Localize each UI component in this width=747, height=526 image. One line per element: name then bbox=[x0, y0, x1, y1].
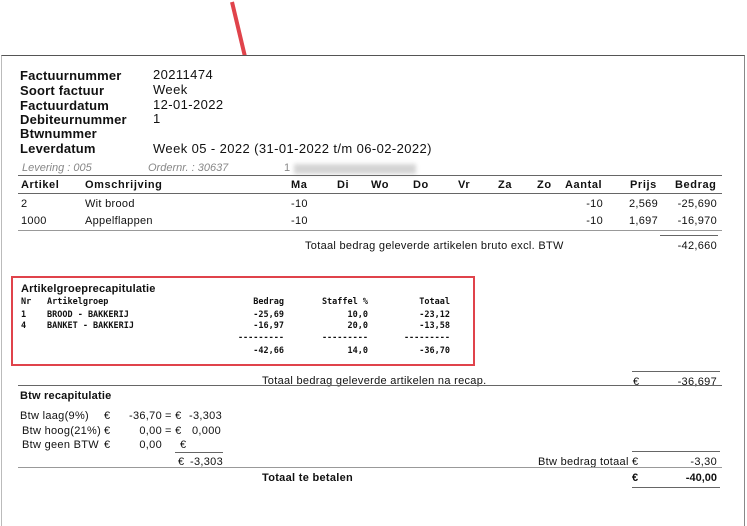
btw-label: Btw geen BTW bbox=[22, 439, 99, 451]
field-label-leverdatum: Leverdatum bbox=[20, 141, 96, 156]
field-label-factuurdatum: Factuurdatum bbox=[20, 98, 110, 113]
cell-artikel: 2 bbox=[21, 198, 28, 210]
col-ma: Ma bbox=[291, 179, 308, 191]
recap-nr: 4 bbox=[21, 321, 27, 331]
col-aantal: Aantal bbox=[565, 179, 603, 191]
recap-col-nr: Nr bbox=[21, 297, 32, 307]
recap-col-totaal: Totaal bbox=[419, 297, 450, 307]
btw-currency: € bbox=[104, 439, 111, 451]
divider bbox=[18, 230, 722, 231]
field-value-soort: Week bbox=[153, 82, 188, 97]
cell-bedrag: -25,690 bbox=[677, 198, 717, 210]
recap-bedrag: -16,97 bbox=[253, 321, 284, 331]
items-total-label: Totaal bedrag geleverde artikelen bruto … bbox=[305, 240, 564, 252]
col-bedrag: Bedrag bbox=[675, 179, 717, 191]
divider bbox=[18, 385, 722, 386]
levering-number: Levering : 005 bbox=[22, 162, 92, 174]
divider bbox=[175, 452, 223, 453]
btw-label: Btw laag(9%) bbox=[20, 410, 90, 422]
field-label-soort: Soort factuur bbox=[20, 83, 105, 98]
cell-aantal: -10 bbox=[586, 198, 603, 210]
cell-artikel: 1000 bbox=[21, 215, 47, 227]
btw-currency: € bbox=[104, 425, 111, 437]
cell-prijs: 2,569 bbox=[628, 198, 658, 210]
divider bbox=[632, 451, 720, 452]
btw-eq: = € bbox=[165, 410, 182, 422]
cell-omschrijving: Appelflappen bbox=[85, 215, 153, 227]
order-number: Ordernr. : 30637 bbox=[148, 162, 229, 174]
recap-group: BANKET - BAKKERIJ bbox=[47, 321, 134, 331]
cell-omschrijving: Wit brood bbox=[85, 198, 135, 210]
col-do: Do bbox=[413, 179, 429, 191]
btw-amount: 0,000 bbox=[192, 425, 222, 437]
cell-ma: -10 bbox=[291, 198, 308, 210]
dash-bedrag: --------- bbox=[237, 333, 284, 343]
redacted-customer-name bbox=[294, 164, 416, 174]
field-label-debiteurnummer: Debiteurnummer bbox=[20, 112, 127, 127]
btw-base: 0,00 bbox=[139, 439, 162, 451]
col-prijs: Prijs bbox=[630, 179, 657, 191]
btw-base: -36,70 bbox=[129, 410, 162, 422]
col-vr: Vr bbox=[458, 179, 471, 191]
recap-totaal: -23,12 bbox=[419, 310, 450, 320]
btw-eq: € bbox=[180, 439, 187, 451]
recap-sum-staffel: 14,0 bbox=[347, 346, 368, 356]
btw-currency: € bbox=[104, 410, 111, 422]
btw-base: 0,00 bbox=[139, 425, 162, 437]
col-di: Di bbox=[337, 179, 350, 191]
recap-staffel: 20,0 bbox=[347, 321, 368, 331]
cell-prijs: 1,697 bbox=[628, 215, 658, 227]
col-omschrijving: Omschrijving bbox=[85, 179, 163, 191]
col-wo: Wo bbox=[371, 179, 390, 191]
col-za: Za bbox=[498, 179, 513, 191]
btw-amount: -3,303 bbox=[189, 410, 222, 422]
recap-sum-bedrag: -42,66 bbox=[253, 346, 284, 356]
recap-staffel: 10,0 bbox=[347, 310, 368, 320]
cell-aantal: -10 bbox=[586, 215, 603, 227]
recap-totaal: -13,58 bbox=[419, 321, 450, 331]
cell-bedrag: -16,970 bbox=[677, 215, 717, 227]
field-value-factuurdatum: 12-01-2022 bbox=[153, 97, 224, 112]
col-artikel: Artikel bbox=[21, 179, 60, 191]
total-divider bbox=[660, 235, 718, 236]
recap-sum-totaal: -36,70 bbox=[419, 346, 450, 356]
divider bbox=[18, 193, 722, 194]
recap-group: BROOD - BAKKERIJ bbox=[47, 310, 129, 320]
recap-col-staffel: Staffel % bbox=[321, 297, 368, 307]
recap-title: Artikelgroeprecapitulatie bbox=[21, 283, 156, 295]
divider bbox=[632, 371, 720, 372]
divider bbox=[18, 467, 722, 468]
after-recap-currency: € bbox=[633, 376, 640, 388]
recap-nr: 1 bbox=[21, 310, 27, 320]
btw-title: Btw recapitulatie bbox=[20, 390, 112, 402]
customer-code: 1 bbox=[284, 162, 291, 174]
recap-bedrag: -25,69 bbox=[253, 310, 284, 320]
field-value-leverdatum: Week 05 - 2022 (31-01-2022 t/m 06-02-202… bbox=[153, 141, 432, 156]
recap-col-bedrag: Bedrag bbox=[253, 297, 284, 307]
divider bbox=[18, 175, 722, 176]
field-label-btwnummer: Btwnummer bbox=[20, 126, 97, 141]
field-label-factuurnummer: Factuurnummer bbox=[20, 68, 122, 83]
cell-ma: -10 bbox=[291, 215, 308, 227]
field-value-factuurnummer: 20211474 bbox=[153, 67, 214, 82]
after-recap-value: -36,697 bbox=[677, 376, 717, 388]
items-total-value: -42,660 bbox=[677, 240, 717, 252]
btw-label: Btw hoog(21%) bbox=[22, 425, 102, 437]
grand-total-label: Totaal te betalen bbox=[262, 472, 354, 484]
dash-staffel: --------- bbox=[321, 333, 368, 343]
field-value-debiteurnummer: 1 bbox=[153, 111, 161, 126]
col-zo: Zo bbox=[537, 179, 552, 191]
grand-total-currency: € bbox=[632, 472, 639, 484]
grand-total-value: -40,00 bbox=[685, 472, 717, 484]
dash-totaal: --------- bbox=[403, 333, 450, 343]
divider bbox=[632, 487, 720, 488]
btw-eq: = € bbox=[165, 425, 182, 437]
recap-col-group: Artikelgroep bbox=[47, 297, 109, 307]
